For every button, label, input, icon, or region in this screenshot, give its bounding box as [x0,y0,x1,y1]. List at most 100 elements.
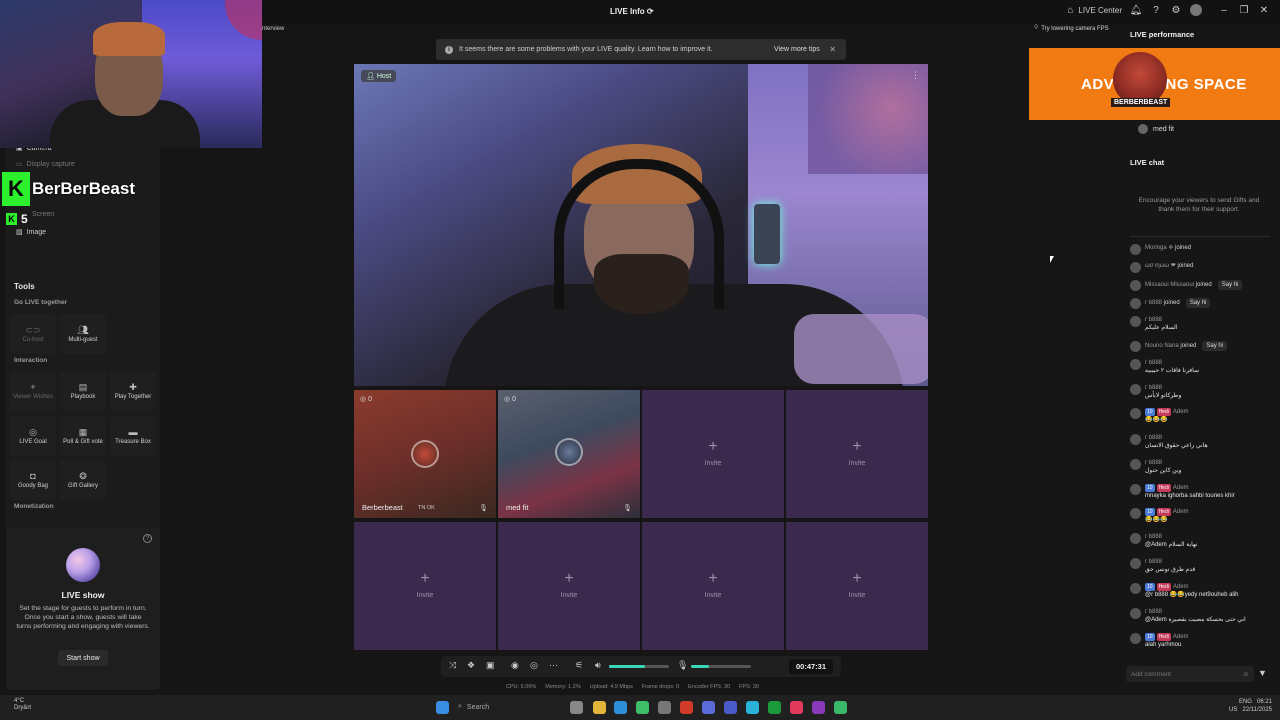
avatar[interactable] [1130,408,1141,419]
app-icon[interactable] [768,701,781,714]
view-more-tips-link[interactable]: View more tips [774,46,820,53]
guest-tile[interactable]: ◎ 0 Berberbeast TN OK 🎙︎ [354,390,496,518]
avatar[interactable] [1130,533,1141,544]
send-icon[interactable]: ▼ [1258,668,1267,678]
gift-gallery-button[interactable]: ❂ Gift Gallery [60,460,106,500]
avatar[interactable] [1130,298,1141,309]
chat-username[interactable]: r b888 [1145,300,1162,306]
say-hi-button[interactable]: Say hi [1185,298,1211,308]
mic-slider[interactable] [691,665,751,668]
live-goal-button[interactable]: ◎ LIVE Goal [10,416,56,456]
volume-slider[interactable] [609,665,669,668]
avatar[interactable] [1130,341,1141,352]
avatar[interactable] [1130,608,1141,619]
file-explorer-icon[interactable] [593,701,606,714]
app-icon[interactable] [658,701,671,714]
guest-list-item[interactable]: med fit [1138,124,1174,134]
avatar[interactable] [1130,244,1141,255]
chat-username[interactable]: r b888 [1145,385,1162,391]
chat-username[interactable]: Missaoui Missaoui [1145,282,1194,288]
chat-username[interactable]: Adem [1173,509,1189,515]
play-together-button[interactable]: ✚ Play Together [110,371,156,411]
invite-slot[interactable]: + Invite [642,390,784,518]
camera-toggle-icon[interactable]: ◎ [530,660,538,671]
app-icon[interactable] [702,701,715,714]
avatar[interactable] [1130,558,1141,569]
multiguest-button[interactable]: 👥︎ Multi-guest [60,314,106,354]
host-video-preview[interactable]: 👤︎ Host ⋮ [354,64,928,386]
poll-gift-vote-button[interactable]: ▦ Poll & Gift vote [60,416,106,456]
windows-start-icon[interactable] [436,701,449,714]
chat-username[interactable]: Nouno Nana [1145,343,1179,349]
help-icon[interactable]: ? [1150,4,1162,16]
emoji-icon[interactable]: ☺ [1242,671,1249,678]
chat-username[interactable]: Adem [1173,485,1189,491]
avatar[interactable] [1130,280,1141,291]
invite-slot[interactable]: + Invite [642,522,784,650]
chat-username[interactable]: r b888 [1145,534,1162,540]
more-options-icon[interactable]: ⋮ [911,70,920,81]
avatar[interactable] [1130,583,1141,594]
chat-username[interactable]: r b888 [1145,609,1162,615]
app-icon[interactable] [680,701,693,714]
avatar[interactable] [1130,508,1141,519]
app-icon[interactable] [790,701,803,714]
avatar[interactable] [1130,434,1141,445]
viewer-wishes-button[interactable]: ✦ Viewer Wishes [10,371,56,411]
close-icon[interactable]: ✕ [829,45,836,54]
avatar[interactable] [1130,316,1141,327]
avatar[interactable] [1130,633,1141,644]
window-title[interactable]: LIVE Info ⟳ [610,7,654,16]
avatar[interactable] [1130,359,1141,370]
chat-username[interactable]: r b888 [1145,435,1162,441]
layout-icon[interactable]: ▣ [486,660,495,671]
chat-username[interactable]: Adem [1173,584,1189,590]
app-icon[interactable] [834,701,847,714]
chat-username[interactable]: r b888 [1145,317,1162,323]
weather-widget[interactable]: 4°C Dry&rt [14,698,31,712]
mixer-icon[interactable]: ⚟ [575,660,583,671]
chat-username[interactable]: ωσ ιηωω ❤ [1145,263,1176,269]
home-icon[interactable]: ⌂ [1064,4,1076,16]
chat-username[interactable]: r b888 [1145,559,1162,565]
treasure-box-button[interactable]: ▬ Treasure Box [110,416,156,456]
help-icon[interactable]: ? [143,534,152,543]
app-icon[interactable] [812,701,825,714]
invite-slot[interactable]: + Invite [786,522,928,650]
avatar[interactable] [1130,384,1141,395]
gear-icon[interactable]: ⚙ [1170,4,1182,16]
guest-tile[interactable]: ◎ 0 med fit 🎙︎ [498,390,640,518]
edge-icon[interactable] [614,701,627,714]
maximize-icon[interactable]: ❐ [1238,4,1250,16]
say-hi-button[interactable]: Say hi [1202,341,1228,351]
shuffle-icon[interactable]: ⤨ [449,660,456,671]
mic-icon[interactable]: 🎙︎ [479,504,488,512]
live-center-link[interactable]: LIVE Center [1078,6,1122,15]
source-display-capture[interactable]: ▭ Display capture [16,160,75,169]
cohost-button[interactable]: ⊂⊃ Co-host [10,314,56,354]
avatar[interactable] [1130,484,1141,495]
system-tray[interactable]: ENG 06:21 US 22/11/2025 [1229,698,1272,714]
app-icon[interactable] [746,701,759,714]
chrome-icon[interactable] [636,701,649,714]
say-hi-button[interactable]: Say hi [1217,280,1243,290]
speaker-icon[interactable]: 🔊︎ [595,660,601,671]
mic-icon[interactable]: 🎙︎ [623,504,632,512]
invite-slot[interactable]: + Invite [786,390,928,518]
source-image[interactable]: ▨ Image [16,228,46,237]
playbook-button[interactable]: ▤ Playbook [60,371,106,411]
more-icon[interactable]: ⋯ [549,660,558,671]
bell-icon[interactable]: 🔔︎ [1130,4,1143,16]
avatar[interactable] [1190,4,1202,16]
effects-icon[interactable]: ❖ [467,660,475,671]
goody-bag-button[interactable]: ◘ Goody Bag [10,460,56,500]
chat-username[interactable]: Adem [1173,409,1189,415]
invite-slot[interactable]: + Invite [498,522,640,650]
task-view-icon[interactable] [570,701,583,714]
chat-username[interactable]: Adem [1173,634,1189,640]
add-comment-input[interactable]: Add comment ☺ [1126,666,1254,682]
invite-slot[interactable]: + Invite [354,522,496,650]
avatar[interactable] [1130,459,1141,470]
chat-username[interactable]: Moringa ❄ [1145,245,1173,251]
close-icon[interactable]: ✕ [1258,4,1270,16]
